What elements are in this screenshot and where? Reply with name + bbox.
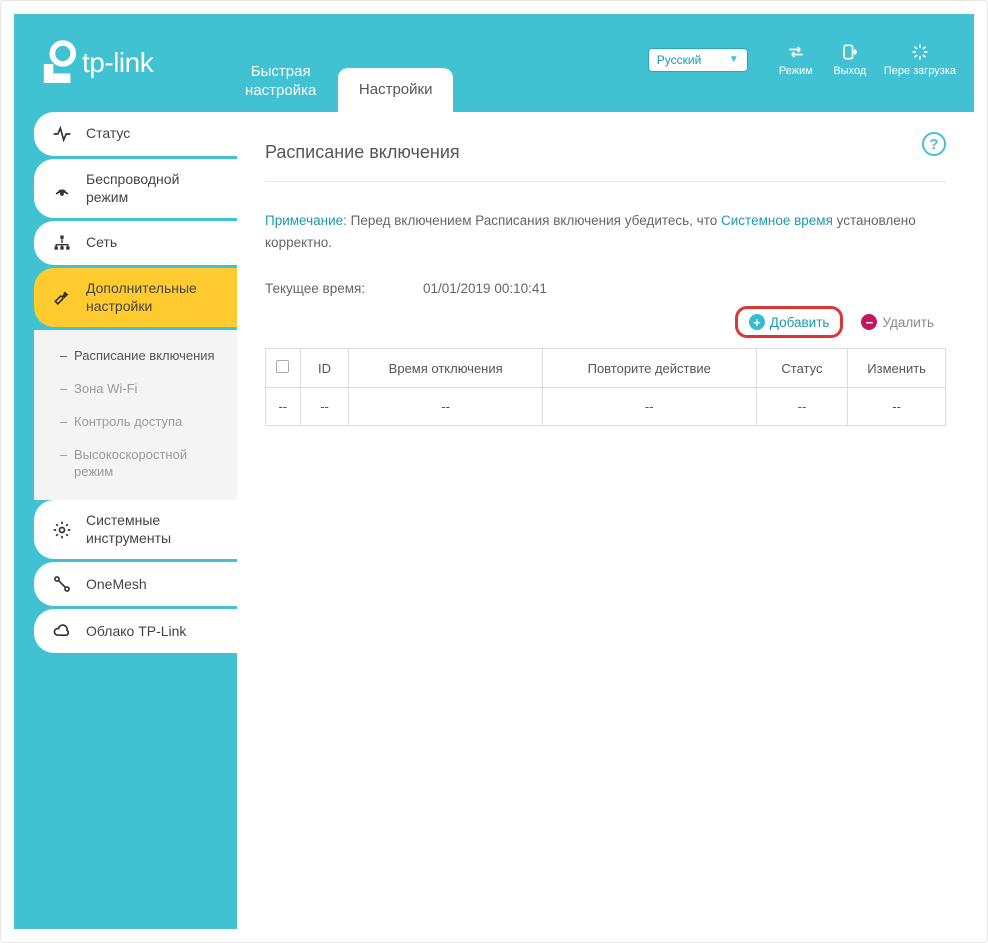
cell-edit: -- [848,388,946,426]
brand-logo: tp-link [40,39,153,87]
advanced-submenu: Расписание включения Зона Wi-Fi Контроль… [34,330,237,500]
cell-id: -- [300,388,349,426]
current-time-row: Текущее время: 01/01/2019 00:10:41 [265,281,946,296]
main-tabs: Быстрая настройка Настройки [223,14,453,112]
mode-icon [786,42,806,62]
header: tp-link Быстрая настройка Настройки Русс… [14,14,974,112]
mode-button[interactable]: Режим [776,42,816,77]
note-text: Примечание: Перед включением Расписания … [265,210,946,253]
content-area: ? Расписание включения Примечание: Перед… [237,112,974,929]
minus-icon: − [861,314,877,330]
tools-icon [52,288,72,308]
tab-quick-setup[interactable]: Быстрая настройка [223,52,338,112]
help-icon[interactable]: ? [922,132,946,156]
sidebar-item-system-tools[interactable]: Системные инструменты [34,500,237,559]
language-select[interactable]: Русский ▼ [648,48,748,72]
schedule-table: ID Время отключения Повторите действие С… [265,348,946,426]
submenu-wifi-zone[interactable]: Зона Wi-Fi [34,373,237,406]
gear-icon [52,520,72,540]
sidebar-item-network[interactable]: Сеть [34,221,237,265]
note-before: Перед включением Расписания включения уб… [351,213,721,228]
sidebar-item-status[interactable]: Статус [34,112,237,156]
sidebar-item-advanced[interactable]: Дополнительные настройки [34,268,237,327]
submenu-schedule[interactable]: Расписание включения [34,340,237,373]
logout-icon [840,42,860,62]
logout-button[interactable]: Выход [830,42,870,77]
col-id: ID [300,349,349,388]
col-off-time: Время отключения [349,349,542,388]
plus-icon: + [749,314,765,330]
submenu-high-speed[interactable]: Высокоскоростной режим [34,439,237,489]
table-actions: + Добавить − Удалить [265,306,946,338]
wireless-icon [52,179,72,199]
network-icon [52,233,72,253]
sidebar: Статус Беспроводной режим Сеть Дополните… [14,112,237,929]
submenu-access-control[interactable]: Контроль доступа [34,406,237,439]
table-header-row: ID Время отключения Повторите действие С… [266,349,946,388]
current-time-label: Текущее время: [265,281,423,296]
cell-off-time: -- [349,388,542,426]
table-row: -- -- -- -- -- -- [266,388,946,426]
reboot-button[interactable]: Пере загрузка [884,42,956,77]
tplink-logo-icon [40,39,78,87]
cell-status: -- [756,388,848,426]
add-button[interactable]: + Добавить [735,306,844,338]
onemesh-icon [52,574,72,594]
note-label: Примечание: [265,213,347,228]
cell-checkbox: -- [266,388,301,426]
cell-repeat: -- [542,388,756,426]
sidebar-item-wireless[interactable]: Беспроводной режим [34,159,237,218]
current-time-value: 01/01/2019 00:10:41 [423,281,547,296]
page-title: Расписание включения [265,142,946,182]
col-repeat: Повторите действие [542,349,756,388]
col-status: Статус [756,349,848,388]
status-icon [52,124,72,144]
col-checkbox [266,349,301,388]
select-all-checkbox[interactable] [276,360,289,373]
cloud-icon [52,621,72,641]
tab-settings[interactable]: Настройки [338,68,453,112]
sidebar-item-onemesh[interactable]: OneMesh [34,562,237,606]
sidebar-item-cloud[interactable]: Облако TP-Link [34,609,237,653]
brand-name: tp-link [82,47,153,79]
chevron-down-icon: ▼ [729,54,739,65]
delete-button[interactable]: − Удалить [853,310,942,334]
system-time-link[interactable]: Системное время [721,213,833,228]
reboot-icon [910,42,930,62]
col-edit: Изменить [848,349,946,388]
language-value: Русский [657,53,702,67]
